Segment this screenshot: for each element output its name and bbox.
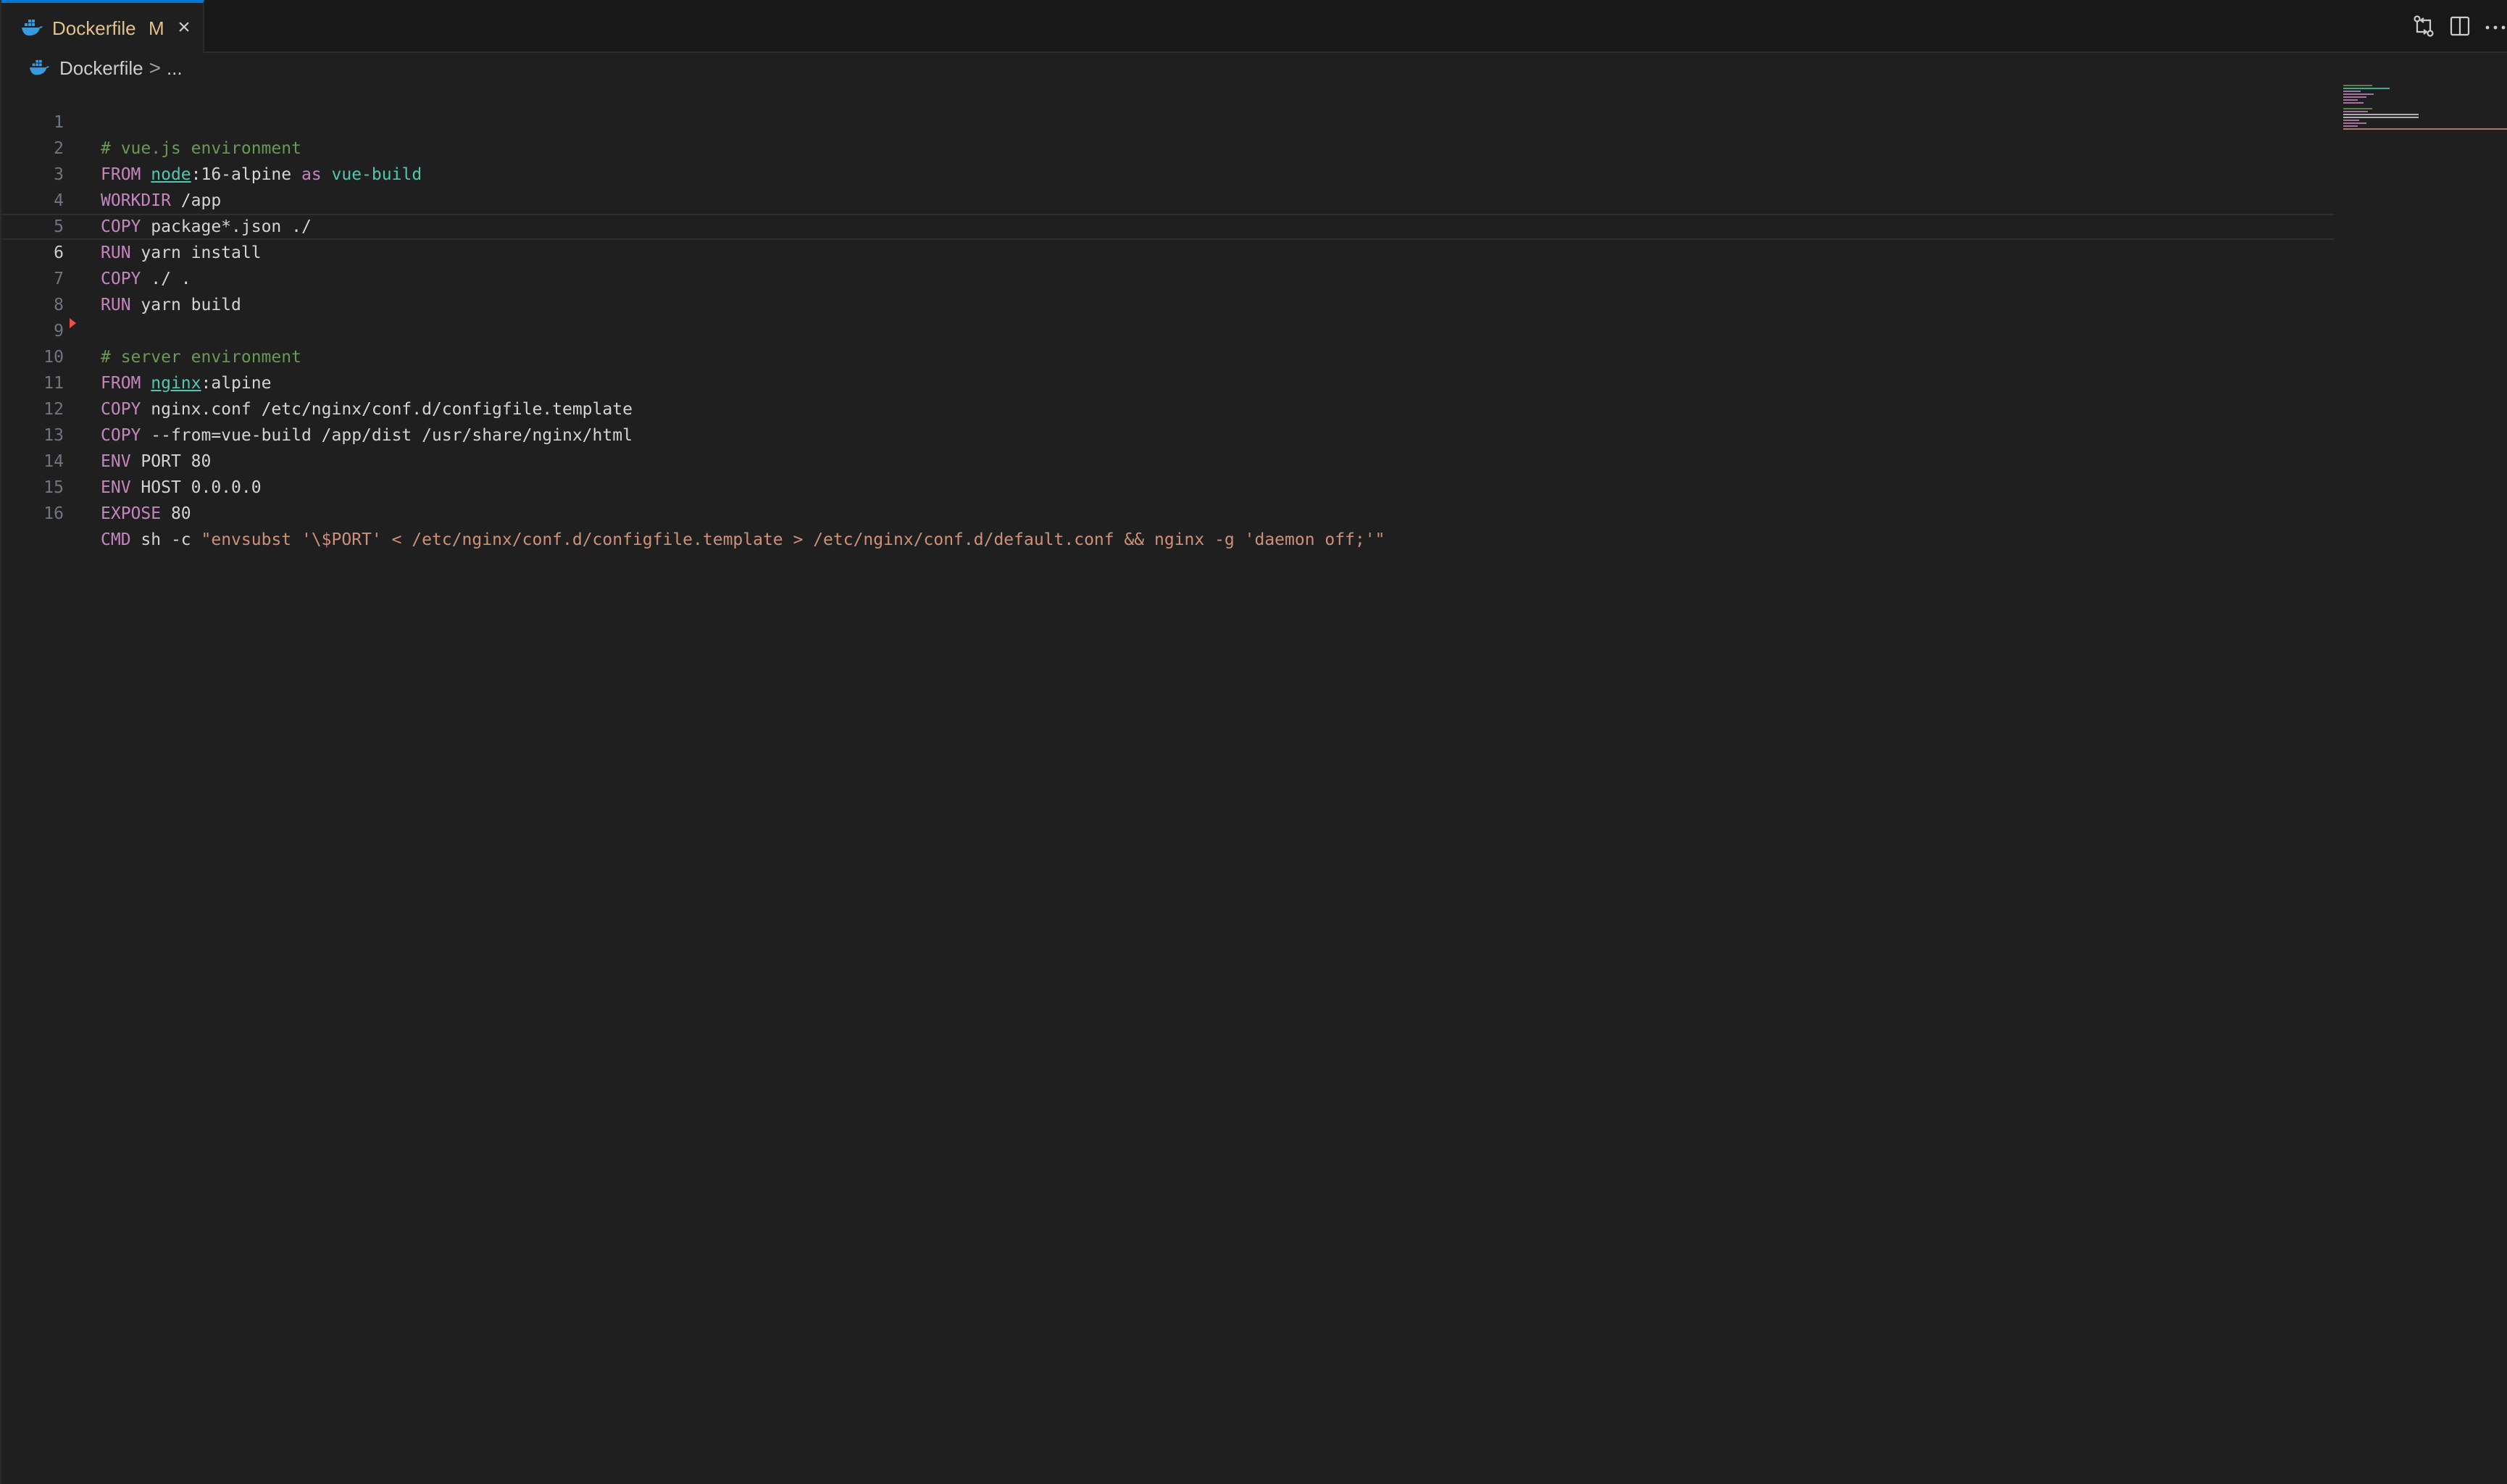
minimap[interactable] [2336,83,2507,149]
code-line[interactable]: 8 [1,266,2335,314]
line-text: EXPOSE 80 [101,504,191,523]
code-line[interactable]: 10 FROM nginx:alpine [1,318,2335,393]
modified-indicator: M [149,17,164,39]
more-actions-icon[interactable] [2482,13,2507,39]
line-number: 16 [43,504,64,523]
chevron-right-icon: > [149,57,161,79]
editor-window: Dockerfile M × Dockerfile > ... 1 # vue.… [0,0,2507,1484]
split-editor-icon[interactable] [2447,13,2473,39]
breadcrumb-symbol[interactable]: ... [167,54,183,83]
code-editor[interactable]: 1 # vue.js environment 2 FROM node:16-al… [1,83,2335,1484]
code-line[interactable]: 13 ENV PORT 80 [1,396,2335,471]
open-changes-icon[interactable] [2411,13,2437,39]
code-line[interactable]: 9 # server environment [1,292,2335,367]
breadcrumb: Dockerfile > ... [28,54,183,83]
close-icon[interactable]: × [174,17,194,38]
code-line[interactable]: 5 RUN yarn install [1,188,2335,262]
code-line[interactable]: 4 COPY package*.json ./ [1,162,2335,236]
tab-label: Dockerfile [52,17,136,39]
code-line[interactable]: 14 ENV HOST 0.0.0.0 [1,422,2335,497]
tab-bar: Dockerfile M × [1,0,2507,53]
code-line[interactable]: 1 # vue.js environment [1,83,2335,158]
docker-whale-icon [29,59,49,75]
code-line[interactable]: 16 CMD sh -c "envsubst '\$PORT' < /etc/n… [1,475,2335,549]
code-line[interactable]: 7 RUN yarn build [1,240,2335,314]
code-line[interactable]: 12 COPY --from=vue-build /app/dist /usr/… [1,370,2335,445]
code-line[interactable]: 2 FROM node:16-alpine as vue-build [1,109,2335,184]
code-line[interactable]: 11 COPY nginx.conf /etc/nginx/conf.d/con… [1,344,2335,419]
code-line[interactable]: 3 WORKDIR /app [1,136,2335,210]
code-line-current[interactable]: 6 COPY ./ . [1,214,2335,288]
line-text: CMD sh -c "envsubst '\$PORT' < /etc/ngin… [101,530,1385,549]
tab-dockerfile[interactable]: Dockerfile M × [1,0,204,53]
code-line[interactable]: 15 EXPOSE 80 [1,449,2335,523]
breadcrumb-file[interactable]: Dockerfile [59,54,143,83]
docker-whale-icon [22,20,43,36]
